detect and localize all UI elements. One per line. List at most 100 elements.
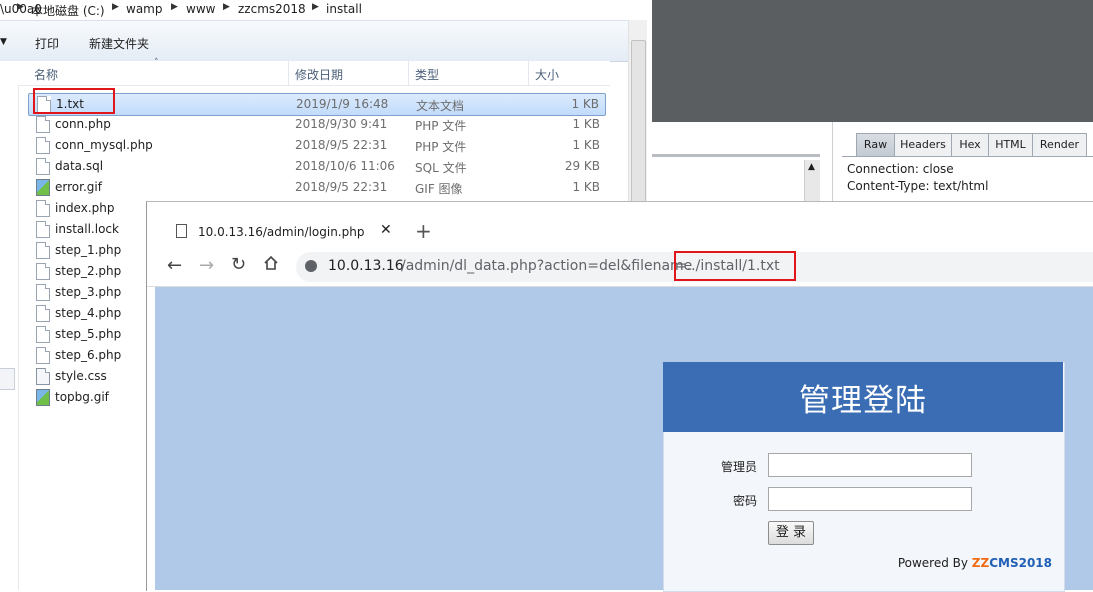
file-type: PHP 文件 (415, 119, 467, 133)
file-name: step_2.php (55, 264, 122, 278)
file-date: 2018/9/5 22:31 (295, 180, 388, 194)
username-label: 管理员 (721, 460, 758, 474)
file-type: 文本文档 (416, 99, 465, 113)
password-input[interactable] (768, 487, 972, 511)
file-size: 29 KB (564, 159, 600, 173)
burp-top-pane (652, 0, 1093, 122)
username-input[interactable] (768, 453, 972, 477)
column-divider[interactable] (408, 61, 409, 85)
image-file-icon (36, 179, 50, 196)
tab-title: 10.0.13.16/admin/login.php (198, 225, 365, 239)
file-name: step_3.php (55, 285, 122, 299)
tab-raw[interactable]: Raw (856, 133, 895, 157)
site-info-icon[interactable] (305, 260, 317, 272)
forward-arrow-icon[interactable]: → (199, 255, 214, 276)
home-icon[interactable] (263, 255, 278, 273)
file-type: SQL 文件 (415, 161, 467, 175)
file-name: error.gif (55, 180, 102, 194)
file-date: 2018/10/6 11:06 (295, 159, 395, 173)
chevron-right-icon: ▶ (17, 2, 24, 12)
burp-request-pane: ▲ (652, 122, 833, 212)
brand-cms: CMS2018 (989, 556, 1052, 570)
column-type[interactable]: 类型 (415, 66, 439, 83)
highlight-box-filename (674, 251, 796, 281)
column-date[interactable]: 修改日期 (295, 66, 343, 83)
column-header: 名称 ˄ 修改日期 类型 大小 (18, 58, 610, 86)
lock-file-icon (36, 221, 50, 238)
pane-divider (652, 154, 820, 157)
php-file-icon (36, 263, 50, 280)
file-name: style.css (55, 369, 107, 383)
file-date: 2018/9/30 9:41 (295, 117, 388, 131)
response-header-line: Content-Type: text/html (847, 179, 989, 193)
crumb-www[interactable]: www (186, 2, 215, 16)
file-row[interactable]: error.gif 2018/9/5 22:31 GIF 图像 1 KB (28, 177, 606, 198)
php-file-icon (36, 137, 50, 154)
file-name: install.lock (55, 222, 119, 236)
chevron-right-icon: ▶ (171, 2, 178, 12)
chevron-right-icon: ▶ (112, 2, 119, 12)
command-bar: ▼ 打印 新建文件夹 (0, 21, 628, 62)
file-size: 1 KB (571, 97, 599, 111)
php-file-icon (36, 347, 50, 364)
php-file-icon (36, 326, 50, 343)
column-name[interactable]: 名称 (34, 66, 58, 83)
print-button[interactable]: 打印 (35, 35, 59, 52)
php-file-icon (36, 305, 50, 322)
close-icon[interactable]: ✕ (380, 222, 392, 238)
tab-hex[interactable]: Hex (951, 133, 989, 157)
crumb-drive[interactable]: 本地磁盘 (C:) (31, 2, 105, 19)
back-arrow-icon[interactable]: ← (167, 255, 182, 276)
new-folder-button[interactable]: 新建文件夹 (89, 35, 149, 52)
page-icon (176, 224, 187, 238)
file-name: index.php (55, 201, 115, 215)
tab-headers[interactable]: Headers (894, 133, 952, 157)
address-breadcrumb[interactable]: \u00a0 ▶ 本地磁盘 (C:) ▶ wamp ▶ www ▶ zzcms2… (0, 0, 628, 21)
php-file-icon (36, 284, 50, 301)
chevron-right-icon: ▶ (223, 2, 230, 12)
reload-icon[interactable]: ↻ (231, 254, 246, 275)
brand-zz: ZZ (971, 556, 990, 570)
dropdown-arrow-icon[interactable]: ▼ (0, 37, 7, 47)
column-divider[interactable] (288, 61, 289, 85)
response-header-line: Connection: close (847, 162, 954, 176)
navigation-pane[interactable] (0, 61, 19, 590)
file-name: data.sql (55, 159, 104, 173)
highlight-box-1txt (33, 88, 115, 114)
file-row[interactable]: data.sql 2018/10/6 11:06 SQL 文件 29 KB (28, 156, 606, 177)
crumb-wamp[interactable]: wamp (126, 2, 162, 16)
powered-by-text: Powered By (897, 556, 972, 570)
response-raw-view[interactable]: Connection: close Content-Type: text/htm… (842, 156, 1093, 207)
file-row[interactable]: conn.php 2018/9/30 9:41 PHP 文件 1 KB (28, 114, 606, 135)
new-tab-button[interactable]: + (415, 219, 432, 243)
url-path: /admin/dl_data.php?action=del&filename (401, 258, 693, 274)
file-size: 1 KB (572, 180, 600, 194)
php-file-icon (36, 242, 50, 259)
scroll-up-icon[interactable]: ▲ (808, 162, 815, 172)
file-type: PHP 文件 (415, 140, 467, 154)
login-button[interactable]: 登 录 (768, 521, 814, 545)
css-file-icon (36, 368, 50, 385)
file-type: GIF 图像 (415, 182, 463, 196)
column-divider[interactable] (528, 61, 529, 85)
file-row[interactable]: conn_mysql.php 2018/9/5 22:31 PHP 文件 1 K… (28, 135, 606, 156)
column-size[interactable]: 大小 (535, 66, 559, 83)
browser-tab[interactable]: 10.0.13.16/admin/login.php ✕ (160, 212, 404, 248)
tab-html[interactable]: HTML (988, 133, 1033, 157)
file-name: step_4.php (55, 306, 122, 320)
file-name: conn_mysql.php (55, 138, 153, 152)
file-size: 1 KB (572, 117, 600, 131)
image-file-icon (36, 389, 50, 406)
login-title: 管理登陆 (799, 383, 927, 419)
url-host: 10.0.13.16 (328, 258, 404, 274)
password-label: 密码 (733, 494, 758, 508)
file-date: 2019/1/9 16:48 (296, 97, 389, 111)
php-file-icon (36, 200, 50, 217)
crumb-install[interactable]: install (326, 2, 362, 16)
tab-render[interactable]: Render (1032, 133, 1087, 157)
scrollbar-thumb[interactable] (631, 40, 646, 212)
chevron-right-icon: ▶ (312, 2, 319, 12)
file-name: step_1.php (55, 243, 122, 257)
crumb-zzcms2018[interactable]: zzcms2018 (238, 2, 306, 16)
navigation-pane-handle[interactable] (0, 368, 15, 390)
